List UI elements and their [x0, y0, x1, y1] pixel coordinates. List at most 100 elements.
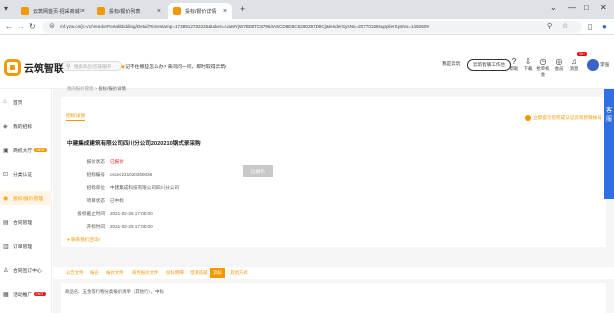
- info-label: 开标时间: [86, 224, 105, 229]
- url-text[interactable]: mf.yzw.cn/jc-v1/VendorPortal/Bidding/Det…: [60, 24, 510, 29]
- site-header: 云筑智联 ⚲ 搜索商品/店铺/服务 ◉记不住哪些怎么办? 来问问一问，即时取得云…: [0, 47, 614, 89]
- info-label: 投标截止时间: [77, 211, 105, 216]
- close-icon[interactable]: ×: [157, 8, 161, 15]
- sidebar-item-order[interactable]: ▥ 订单管理: [0, 239, 52, 253]
- sidebar-item-cert[interactable]: ⊡ 分类认证: [0, 167, 52, 181]
- detail-panel: 招标详情 立即提示您完成认证云筑智联帐号 中建集成建筑有限公司四川分公司2020…: [61, 97, 606, 247]
- browser-tab-home[interactable]: 云筑网首页-招采商城平台 ×: [16, 3, 90, 19]
- member-button[interactable]: ◎ 会员: [551, 57, 567, 72]
- download-button[interactable]: ⇩ 下载: [520, 57, 536, 72]
- opportunity-label: 抢单机会: [536, 66, 550, 77]
- breadcrumb: 我的报价管理 > 投标/报价详情: [67, 86, 126, 92]
- quote-icon: ◉: [3, 195, 9, 202]
- header-search-input[interactable]: ⚲ 搜索商品/店铺/服务: [62, 61, 122, 71]
- user-name[interactable]: 李强: [600, 62, 609, 68]
- sidebar-item-home[interactable]: ⌂ 首页: [0, 95, 52, 109]
- info-label: 项目状态: [86, 198, 105, 203]
- download-icon: ⇩: [524, 57, 532, 66]
- sidebar-item-hall[interactable]: ▣ 商机大厅 NEW: [0, 143, 52, 157]
- site-logo[interactable]: 云筑智联: [4, 59, 64, 76]
- contact-tip[interactable]: ● 联系我们咨询!: [67, 237, 100, 243]
- service-label: 客服: [605, 108, 612, 123]
- tab-qa[interactable]: 澄清答疑: [187, 268, 211, 278]
- bell-icon: ♫: [571, 57, 577, 66]
- maximize-button[interactable]: □: [584, 3, 589, 12]
- tab-quote-file[interactable]: 报价文件: [103, 268, 127, 278]
- sidebar-item-label: 商机大厅: [13, 148, 33, 154]
- download-label: 下载: [523, 66, 533, 71]
- opportunity-button[interactable]: ◷ 抢单机会: [535, 57, 551, 78]
- tab-title: 投标/报价列表: [109, 8, 141, 15]
- logo-text: 云筑智联: [24, 64, 64, 75]
- quoted-button-label: 已报价: [250, 169, 266, 175]
- new-tab-button[interactable]: +: [240, 4, 245, 14]
- close-icon[interactable]: ×: [223, 8, 227, 15]
- info-value: cscecz21020260036: [110, 172, 153, 177]
- message-button[interactable]: ♫ 消息: [566, 57, 582, 72]
- help-label: 帮助: [509, 66, 519, 71]
- favicon: [21, 7, 29, 15]
- order-icon: ▥: [3, 243, 9, 250]
- sidebar-item-bid[interactable]: ◈ 我的招标: [0, 119, 52, 133]
- sidebar-item-label: 订单管理: [13, 244, 33, 250]
- tab-notice-file[interactable]: 公告文件: [63, 268, 87, 278]
- tab-failed-bid[interactable]: 流标: [210, 268, 225, 278]
- sidebar-item-sign[interactable]: ♙ 合同签订中心: [0, 263, 52, 277]
- quick-ask-label: 记不住哪些怎么办? 来问问一问，即时取得云筑!: [125, 65, 227, 70]
- tab-bid-detail-list[interactable]: 投标明细: [163, 268, 187, 278]
- page-title: 中建集成建筑有限公司四川分公司2020210钢式录采购: [67, 141, 201, 147]
- back-icon[interactable]: ←: [5, 22, 13, 31]
- profile-icon[interactable]: ●: [602, 22, 607, 31]
- bid-icon: ◈: [3, 123, 8, 130]
- entry-link-me[interactable]: 我是云筑: [442, 61, 460, 67]
- tab-list-icon[interactable]: ▾: [4, 4, 8, 13]
- message-badge: 99+: [577, 52, 588, 56]
- breadcrumb-path[interactable]: 我的报价管理 >: [67, 86, 98, 91]
- info-value: 已中标: [110, 198, 124, 203]
- info-label: 招标编号: [86, 172, 105, 177]
- message-label: 消息: [569, 66, 579, 71]
- minimize-button[interactable]: —: [568, 3, 576, 12]
- url-field[interactable]: ⊜ mf.yzw.cn/jc-v1/VendorPortal/Bidding/D…: [42, 21, 582, 33]
- notice-icon: [525, 115, 532, 121]
- quoted-button[interactable]: 已报价: [243, 165, 273, 177]
- browser-tab-detail[interactable]: 投标/报价详情 ×: [168, 3, 232, 19]
- avatar[interactable]: [587, 59, 599, 71]
- member-icon: ◎: [555, 57, 563, 66]
- sidebar-item-contract[interactable]: ▤ 合同管理: [0, 215, 52, 229]
- site-info-icon[interactable]: ⊜: [49, 22, 55, 30]
- sidebar-item-quote[interactable]: ◉ 投标/报价管理: [0, 191, 52, 205]
- tab-title: 云筑网首页-招采商城平台: [33, 8, 81, 15]
- status-badge: 已报价: [110, 159, 124, 164]
- zoom-icon[interactable]: ⚲: [547, 22, 552, 30]
- search-placeholder: 搜索商品/店铺/服务: [74, 64, 112, 69]
- reload-icon[interactable]: ↻: [29, 22, 36, 31]
- info-value: 2021-02-25 17:00:00: [110, 211, 153, 216]
- forward-icon[interactable]: →: [17, 22, 25, 31]
- address-bar-row: ← → ↻ ⊜ mf.yzw.cn/jc-v1/VendorPortal/Bid…: [0, 19, 614, 35]
- sidebar-item-promo[interactable]: ▦ 活动推广 HOT: [0, 287, 52, 301]
- sidebar-item-label: 活动推广: [13, 292, 33, 298]
- info-value: 2021-02-25 17:00:00: [110, 224, 153, 229]
- info-label: 报价状态: [86, 159, 105, 164]
- sidebar-item-label: 投标/报价管理: [13, 196, 44, 202]
- right-service-strip[interactable]: 客服: [604, 89, 614, 199]
- tab-business-quote[interactable]: 商务报价文件: [129, 268, 161, 278]
- info-label: 招标单位: [86, 185, 105, 190]
- tab-search-icon[interactable]: ⌄: [550, 3, 557, 12]
- tab-register[interactable]: 报名: [87, 268, 102, 278]
- tab-content: 商品名、五金等行物分类报价清单（其他行），中标: [61, 283, 606, 313]
- close-icon[interactable]: ×: [81, 8, 85, 15]
- bookmark-star-icon[interactable]: ☆: [562, 22, 568, 30]
- extensions-icon[interactable]: ▯: [588, 22, 592, 31]
- close-window-button[interactable]: ✕: [600, 3, 607, 12]
- tab-content-text: 商品名、五金等行物分类报价清单（其他行），中标: [65, 289, 164, 294]
- browser-tab-list[interactable]: 投标/报价列表 ×: [92, 3, 166, 19]
- tab-bid-detail[interactable]: 招标详情: [66, 112, 86, 121]
- cert-notice[interactable]: 立即提示您完成认证云筑智联帐号: [525, 115, 602, 121]
- search-icon: ⚲: [66, 64, 71, 70]
- workspace-button[interactable]: 云筑智联工作台: [467, 59, 511, 71]
- tab-other[interactable]: 其他方式: [227, 268, 251, 278]
- quick-ask-text[interactable]: ◉记不住哪些怎么办? 来问问一问，即时取得云筑!: [121, 63, 226, 70]
- sidebar-item-label: 合同签订中心: [13, 268, 42, 274]
